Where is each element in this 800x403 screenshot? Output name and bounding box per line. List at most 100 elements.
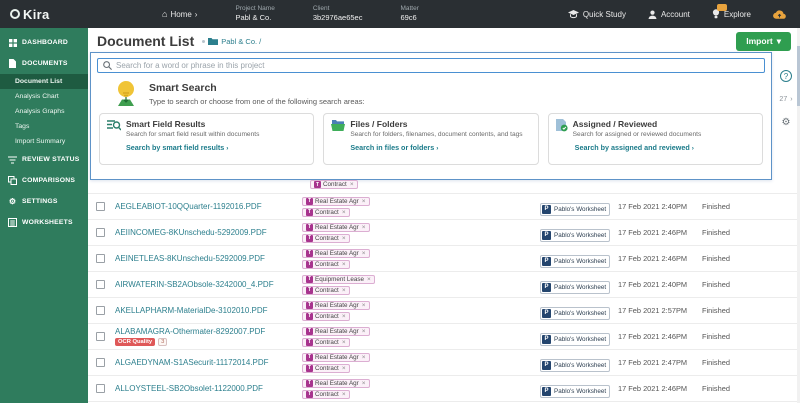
table-settings-gear-icon[interactable]: ⚙ bbox=[782, 117, 791, 128]
tag-pill[interactable]: T Contract × bbox=[302, 390, 350, 399]
pagination[interactable]: 27 › bbox=[779, 96, 792, 103]
tag-remove-icon[interactable]: × bbox=[362, 302, 366, 309]
document-link[interactable]: ALGAEDYNAM-S1ASecurit-11172014.PDF bbox=[115, 358, 302, 367]
breadcrumb[interactable]: Pabl & Co. / bbox=[202, 37, 261, 46]
tag-remove-icon[interactable]: × bbox=[342, 287, 346, 294]
sidebar-item-dashboard[interactable]: DASHBOARD bbox=[0, 32, 88, 53]
worksheet-badge[interactable]: P Pablo's Worksheet bbox=[540, 333, 610, 346]
tag-pill[interactable]: T Real Estate Agr × bbox=[302, 379, 370, 388]
document-link[interactable]: AEGLEABIOT-10QQuarter-1192016.PDF bbox=[115, 202, 302, 211]
tag-pill[interactable]: T Contract × bbox=[302, 286, 350, 295]
document-link[interactable]: AEINETLEAS-8KUnschedu-5292009.PDF bbox=[115, 254, 302, 263]
worksheet-badge[interactable]: P Pablo's Worksheet bbox=[540, 255, 610, 268]
sidebar-item-documents[interactable]: DOCUMENTS bbox=[0, 53, 88, 74]
row-checkbox[interactable] bbox=[96, 228, 105, 237]
tag-icon: T bbox=[306, 261, 313, 268]
document-link[interactable]: AEIINCOMEG-8KUnschedu-5292009.PDF bbox=[115, 228, 302, 237]
quick-study-button[interactable]: Quick Study bbox=[568, 10, 626, 19]
worksheet-badge[interactable]: P Pablo's Worksheet bbox=[540, 307, 610, 320]
tag-remove-icon[interactable]: × bbox=[367, 276, 371, 283]
tag-pill[interactable]: T Real Estate Agr × bbox=[302, 353, 370, 362]
search-area-files-folders[interactable]: Files / Folders Search for folders, file… bbox=[323, 113, 538, 165]
tag-pill[interactable]: T Real Estate Agr × bbox=[302, 327, 370, 336]
tag-remove-icon[interactable]: × bbox=[342, 339, 346, 346]
tag-pill[interactable]: T Real Estate Agr × bbox=[302, 301, 370, 310]
tag-pill[interactable]: T Contract × bbox=[302, 312, 350, 321]
tag-remove-icon[interactable]: × bbox=[342, 313, 346, 320]
kira-logo[interactable]: Kira bbox=[0, 7, 100, 22]
page-next-icon[interactable]: › bbox=[790, 96, 792, 103]
home-breadcrumb[interactable]: ⌂ Home › bbox=[162, 9, 197, 19]
tag-label: Contract bbox=[315, 287, 339, 294]
worksheet-badge[interactable]: P Pablo's Worksheet bbox=[540, 229, 610, 242]
tag-remove-icon[interactable]: × bbox=[342, 209, 346, 216]
tag-pill[interactable]: T Equipment Lease × bbox=[302, 275, 375, 284]
sidebar-subitem-import-summary[interactable]: Import Summary bbox=[0, 134, 88, 149]
document-link[interactable]: ALLOYSTEEL-SB2Obsolet-1122000.PDF bbox=[115, 384, 302, 393]
tag-pill[interactable]: T Real Estate Agr × bbox=[302, 197, 370, 206]
tag-pill[interactable]: T Real Estate Agr × bbox=[302, 223, 370, 232]
worksheet-label: Pablo's Worksheet bbox=[554, 206, 606, 213]
document-link[interactable]: AIRWATERIN-SB2AObsole-3242000_4.PDF bbox=[115, 280, 302, 289]
search-input[interactable] bbox=[116, 61, 759, 70]
tag-pill[interactable]: T Contract × bbox=[302, 260, 350, 269]
row-checkbox[interactable] bbox=[96, 254, 105, 263]
explore-button[interactable]: Explore bbox=[712, 9, 751, 19]
tag-remove-icon[interactable]: × bbox=[342, 365, 346, 372]
worksheet-badge[interactable]: P Pablo's Worksheet bbox=[540, 203, 610, 216]
tag-remove-icon[interactable]: × bbox=[362, 250, 366, 257]
row-checkbox[interactable] bbox=[96, 384, 105, 393]
tag-label: Equipment Lease bbox=[315, 276, 364, 283]
row-checkbox[interactable] bbox=[96, 280, 105, 289]
tag-remove-icon[interactable]: × bbox=[342, 391, 346, 398]
sidebar-item-settings[interactable]: ⚙ SETTINGS bbox=[0, 191, 88, 212]
sidebar-item-review-status[interactable]: REVIEW STATUS bbox=[0, 149, 88, 170]
tag-pill[interactable]: T Contract × bbox=[302, 234, 350, 243]
tag-pill[interactable]: T Contract × bbox=[302, 208, 350, 217]
comparisons-icon bbox=[8, 176, 17, 185]
tag-remove-icon[interactable]: × bbox=[362, 354, 366, 361]
sidebar-subitem-tags[interactable]: Tags bbox=[0, 119, 88, 134]
tag-icon: T bbox=[306, 287, 313, 294]
row-checkbox[interactable] bbox=[96, 358, 105, 367]
sidebar-subitem-document-list[interactable]: Document List bbox=[0, 74, 88, 89]
help-button[interactable]: ? bbox=[780, 70, 792, 82]
row-checkbox[interactable] bbox=[96, 306, 105, 315]
sidebar-subitem-analysis-chart[interactable]: Analysis Chart bbox=[0, 89, 88, 104]
tag-remove-icon[interactable]: × bbox=[342, 235, 346, 242]
worksheet-badge[interactable]: P Pablo's Worksheet bbox=[540, 385, 610, 398]
tag-pill[interactable]: T Contract × bbox=[302, 364, 350, 373]
import-button[interactable]: Import ▾ bbox=[736, 32, 791, 51]
document-link[interactable]: AKELLAPHARM-MaterialDe-3102010.PDF bbox=[115, 306, 302, 315]
row-date: 17 Feb 2021 2:47PM bbox=[618, 358, 702, 367]
tag-remove-icon[interactable]: × bbox=[342, 261, 346, 268]
tag-pill[interactable]: T Contract × bbox=[302, 338, 350, 347]
search-by-assigned-link[interactable]: Search by assigned and reviewed › bbox=[575, 143, 755, 152]
search-in-files-link[interactable]: Search in files or folders › bbox=[350, 143, 530, 152]
cloud-upload-icon bbox=[773, 10, 786, 19]
tag-remove-icon[interactable]: × bbox=[362, 380, 366, 387]
sidebar-item-worksheets[interactable]: WORKSHEETS bbox=[0, 212, 88, 233]
account-button[interactable]: Account bbox=[648, 10, 690, 19]
search-bar[interactable] bbox=[97, 58, 765, 73]
tag-remove-icon[interactable]: × bbox=[362, 198, 366, 205]
sidebar-item-label: REVIEW STATUS bbox=[22, 156, 79, 163]
search-area-assigned-reviewed[interactable]: Assigned / Reviewed Search for assigned … bbox=[548, 113, 763, 165]
worksheet-badge[interactable]: P Pablo's Worksheet bbox=[540, 281, 610, 294]
tag-remove-icon[interactable]: × bbox=[362, 328, 366, 335]
tag-remove-icon[interactable]: × bbox=[362, 224, 366, 231]
row-checkbox[interactable] bbox=[96, 202, 105, 211]
tag-pill[interactable]: T Real Estate Agr × bbox=[302, 249, 370, 258]
sidebar-subitem-analysis-graphs[interactable]: Analysis Graphs bbox=[0, 104, 88, 119]
search-area-smart-fields[interactable]: Smart Field Results Search for smart fie… bbox=[99, 113, 314, 165]
row-checkbox[interactable] bbox=[96, 332, 105, 341]
sidebar-item-comparisons[interactable]: COMPARISONS bbox=[0, 170, 88, 191]
document-link[interactable]: ALABAMAGRA-Othermater-8292007.PDF bbox=[115, 327, 302, 336]
worksheet-badge[interactable]: P Pablo's Worksheet bbox=[540, 359, 610, 372]
tag-remove-icon[interactable]: × bbox=[350, 181, 354, 188]
search-by-smart-fields-link[interactable]: Search by smart field results › bbox=[126, 143, 306, 152]
sync-cloud-button[interactable] bbox=[773, 10, 786, 19]
sidebar-item-label: COMPARISONS bbox=[22, 177, 75, 184]
tag-pill[interactable]: T Contract × bbox=[310, 180, 358, 189]
tag-label: Contract bbox=[315, 391, 339, 398]
